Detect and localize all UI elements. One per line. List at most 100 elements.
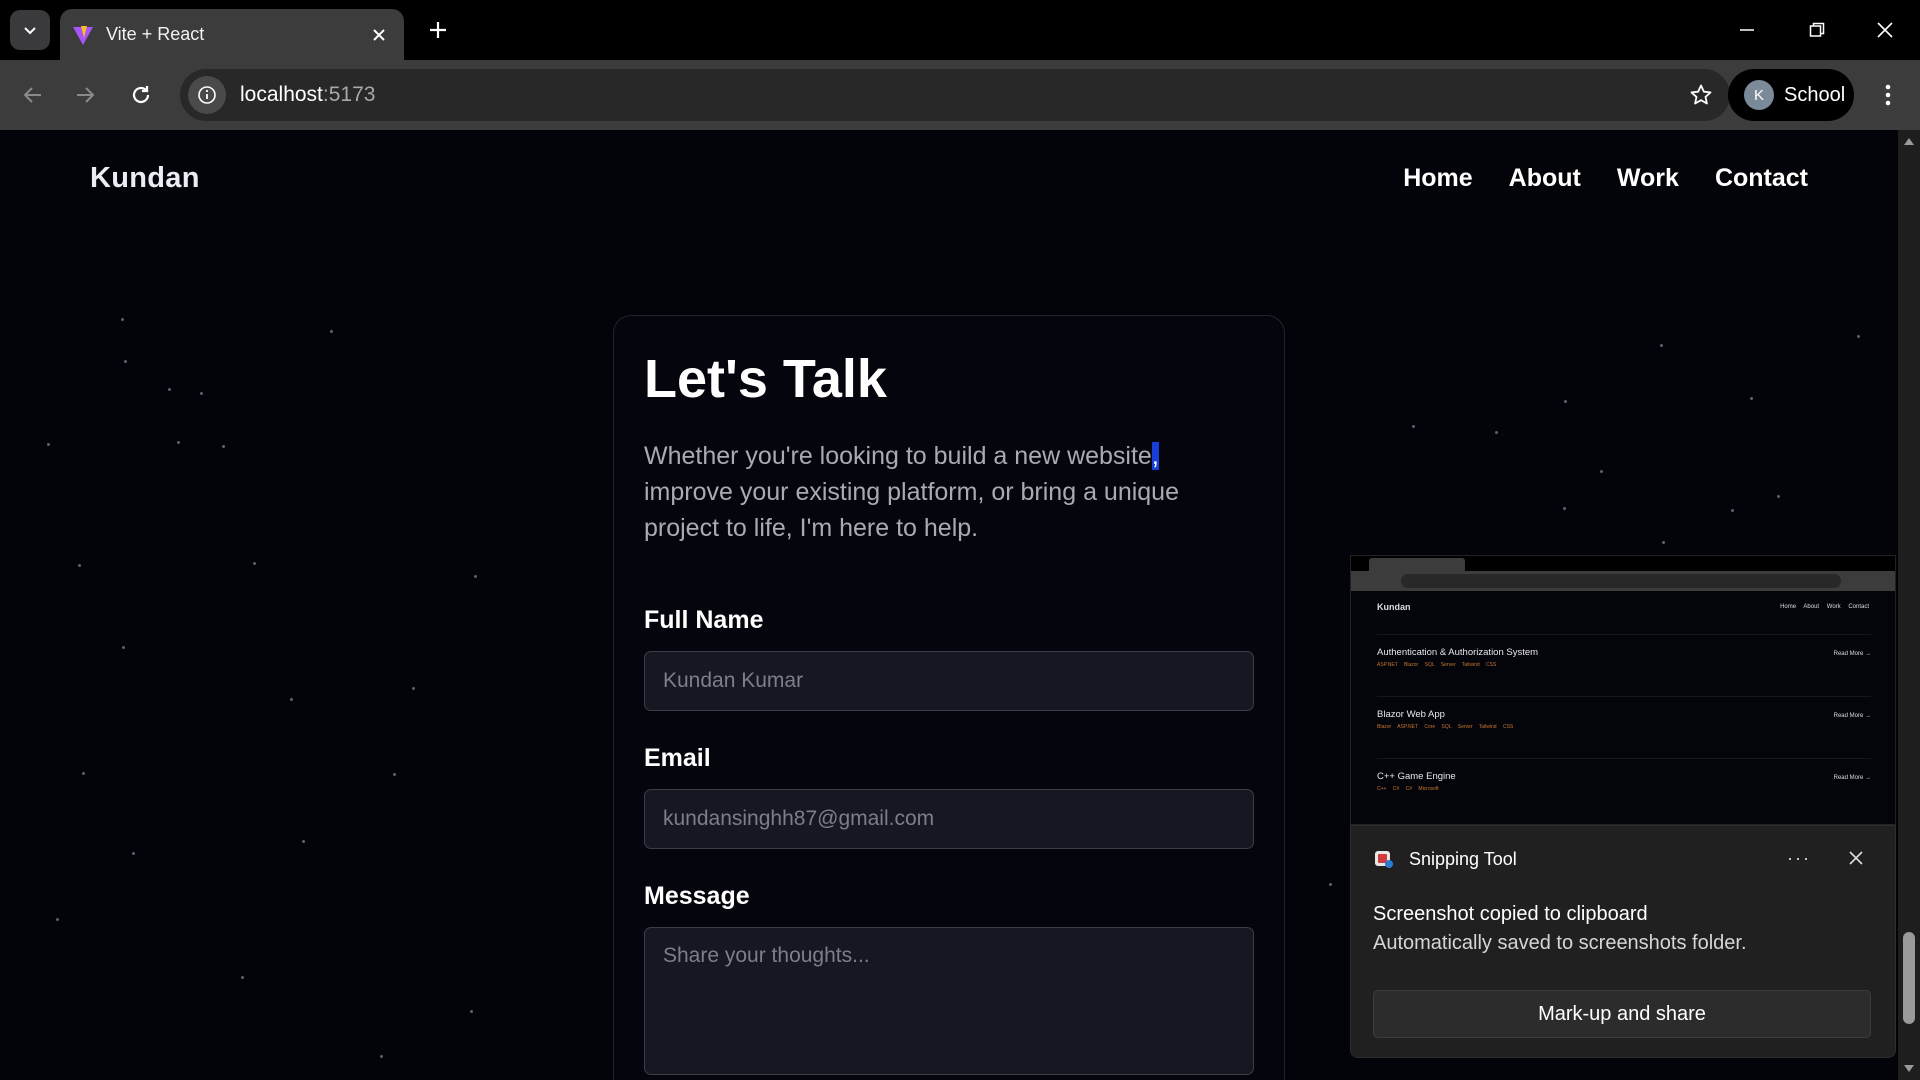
bookmark-star-icon[interactable]	[1684, 78, 1718, 112]
url-text: localhost:5173	[240, 83, 375, 107]
restore-button[interactable]	[1782, 0, 1852, 60]
star-dot	[253, 562, 256, 565]
minimize-button[interactable]	[1712, 0, 1782, 60]
markup-and-share-button[interactable]: Mark-up and share	[1373, 990, 1871, 1038]
star-dot	[380, 1055, 383, 1058]
close-window-button[interactable]	[1850, 0, 1920, 60]
email-input[interactable]	[644, 789, 1254, 849]
preview-tab-bar	[1351, 556, 1895, 571]
preview-toolbar	[1351, 571, 1895, 591]
minimize-icon	[1740, 29, 1754, 31]
nav-work-link[interactable]: Work	[1617, 164, 1679, 193]
nav-contact-link[interactable]: Contact	[1715, 164, 1808, 193]
close-icon	[1877, 22, 1893, 38]
preview-project-tags: Blazor ASP.NET Core SQL Server Tailwind …	[1377, 724, 1514, 730]
preview-address-bar	[1401, 574, 1841, 588]
star-dot	[78, 564, 81, 567]
scroll-down-arrow-icon[interactable]	[1903, 1062, 1915, 1074]
star-dot	[470, 1010, 473, 1013]
star-dot	[168, 388, 171, 391]
vite-logo-icon	[73, 25, 93, 45]
scroll-up-arrow-icon[interactable]	[1903, 136, 1915, 148]
url-host: localhost	[240, 83, 323, 106]
plus-icon	[430, 22, 446, 38]
star-dot	[122, 646, 125, 649]
site-nav: Home About Work Contact	[1403, 164, 1808, 193]
nav-about-link[interactable]: About	[1509, 164, 1581, 193]
star-dot	[1564, 400, 1567, 403]
email-label: Email	[644, 744, 711, 772]
preview-read-more: Read More →	[1833, 775, 1871, 781]
star-dot	[124, 360, 127, 363]
toast-title: Screenshot copied to clipboard	[1373, 903, 1648, 925]
star-dot	[302, 840, 305, 843]
star-dot	[1777, 495, 1780, 498]
preview-project-title: Blazor Web App	[1377, 709, 1445, 720]
restore-icon	[1809, 22, 1825, 37]
toast-body: Automatically saved to screenshots folde…	[1373, 932, 1747, 954]
page-scrollbar[interactable]	[1898, 130, 1920, 1080]
star-dot	[1750, 397, 1753, 400]
reload-icon	[132, 86, 150, 104]
star-dot	[412, 687, 415, 690]
star-dot	[1731, 509, 1734, 512]
star-dot	[330, 330, 333, 333]
snipping-tool-notification: Snipping Tool ··· Screenshot copied to c…	[1350, 825, 1896, 1058]
arrow-right-icon	[77, 87, 95, 103]
more-options-icon[interactable]: ···	[1781, 842, 1817, 874]
profile-button[interactable]: K School	[1728, 69, 1854, 121]
star-dot	[121, 318, 124, 321]
close-tab-icon[interactable]	[362, 18, 396, 52]
star-dot	[1563, 507, 1566, 510]
contact-card: Let's Talk Whether you're looking to bui…	[613, 315, 1285, 1080]
preview-project-tags: C++ C# C# Microsoft	[1377, 786, 1439, 792]
more-vertical-icon	[1885, 84, 1891, 106]
preview-project-item: Authentication & Authorization System AS…	[1377, 634, 1871, 678]
star-dot	[222, 445, 225, 448]
back-button[interactable]	[12, 74, 54, 116]
full-name-label: Full Name	[644, 606, 764, 634]
message-textarea[interactable]	[644, 927, 1254, 1075]
star-dot	[1600, 470, 1603, 473]
preview-project-title: C++ Game Engine	[1377, 771, 1456, 782]
preview-logo: Kundan	[1377, 602, 1411, 612]
new-tab-button[interactable]	[420, 12, 456, 48]
browser-tab-bar: Vite + React	[0, 0, 1920, 60]
star-dot	[1662, 541, 1665, 544]
screenshot-preview[interactable]: Kundan Home About Work Contact Authentic…	[1350, 555, 1896, 825]
preview-nav: Home About Work Contact	[1780, 604, 1869, 610]
star-dot	[290, 698, 293, 701]
star-dot	[200, 392, 203, 395]
chevron-down-icon	[24, 27, 36, 35]
star-dot	[56, 918, 59, 921]
forward-button[interactable]	[64, 74, 106, 116]
preview-read-more: Read More →	[1833, 651, 1871, 657]
nav-home-link[interactable]: Home	[1403, 164, 1472, 193]
scrollbar-thumb[interactable]	[1903, 932, 1915, 1024]
tab-search-button[interactable]	[10, 10, 50, 50]
contact-description: Whether you're looking to build a new we…	[644, 438, 1234, 546]
browser-tab[interactable]: Vite + React	[60, 9, 404, 60]
address-bar[interactable]: localhost:5173	[180, 69, 1730, 121]
avatar: K	[1744, 80, 1774, 110]
contact-title: Let's Talk	[644, 349, 887, 409]
profile-label: School	[1784, 83, 1846, 106]
star-dot	[47, 443, 50, 446]
star-dot	[1329, 883, 1332, 886]
preview-project-item: C++ Game Engine C++ C# C# Microsoft Read…	[1377, 758, 1871, 802]
full-name-input[interactable]	[644, 651, 1254, 711]
tab-title: Vite + React	[106, 24, 205, 44]
site-logo[interactable]: Kundan	[90, 162, 200, 195]
reload-button[interactable]	[120, 74, 162, 116]
toast-app-name: Snipping Tool	[1409, 849, 1517, 869]
star-dot	[177, 441, 180, 444]
description-text-end: improve your existing platform, or bring…	[644, 478, 1179, 542]
toast-close-icon[interactable]	[1839, 842, 1873, 874]
message-label: Message	[644, 882, 750, 910]
browser-menu-button[interactable]	[1868, 74, 1908, 116]
star-dot	[393, 773, 396, 776]
star-dot	[132, 852, 135, 855]
site-info-icon[interactable]	[188, 76, 226, 114]
star-dot	[241, 976, 244, 979]
preview-project-item: Blazor Web App Blazor ASP.NET Core SQL S…	[1377, 696, 1871, 740]
